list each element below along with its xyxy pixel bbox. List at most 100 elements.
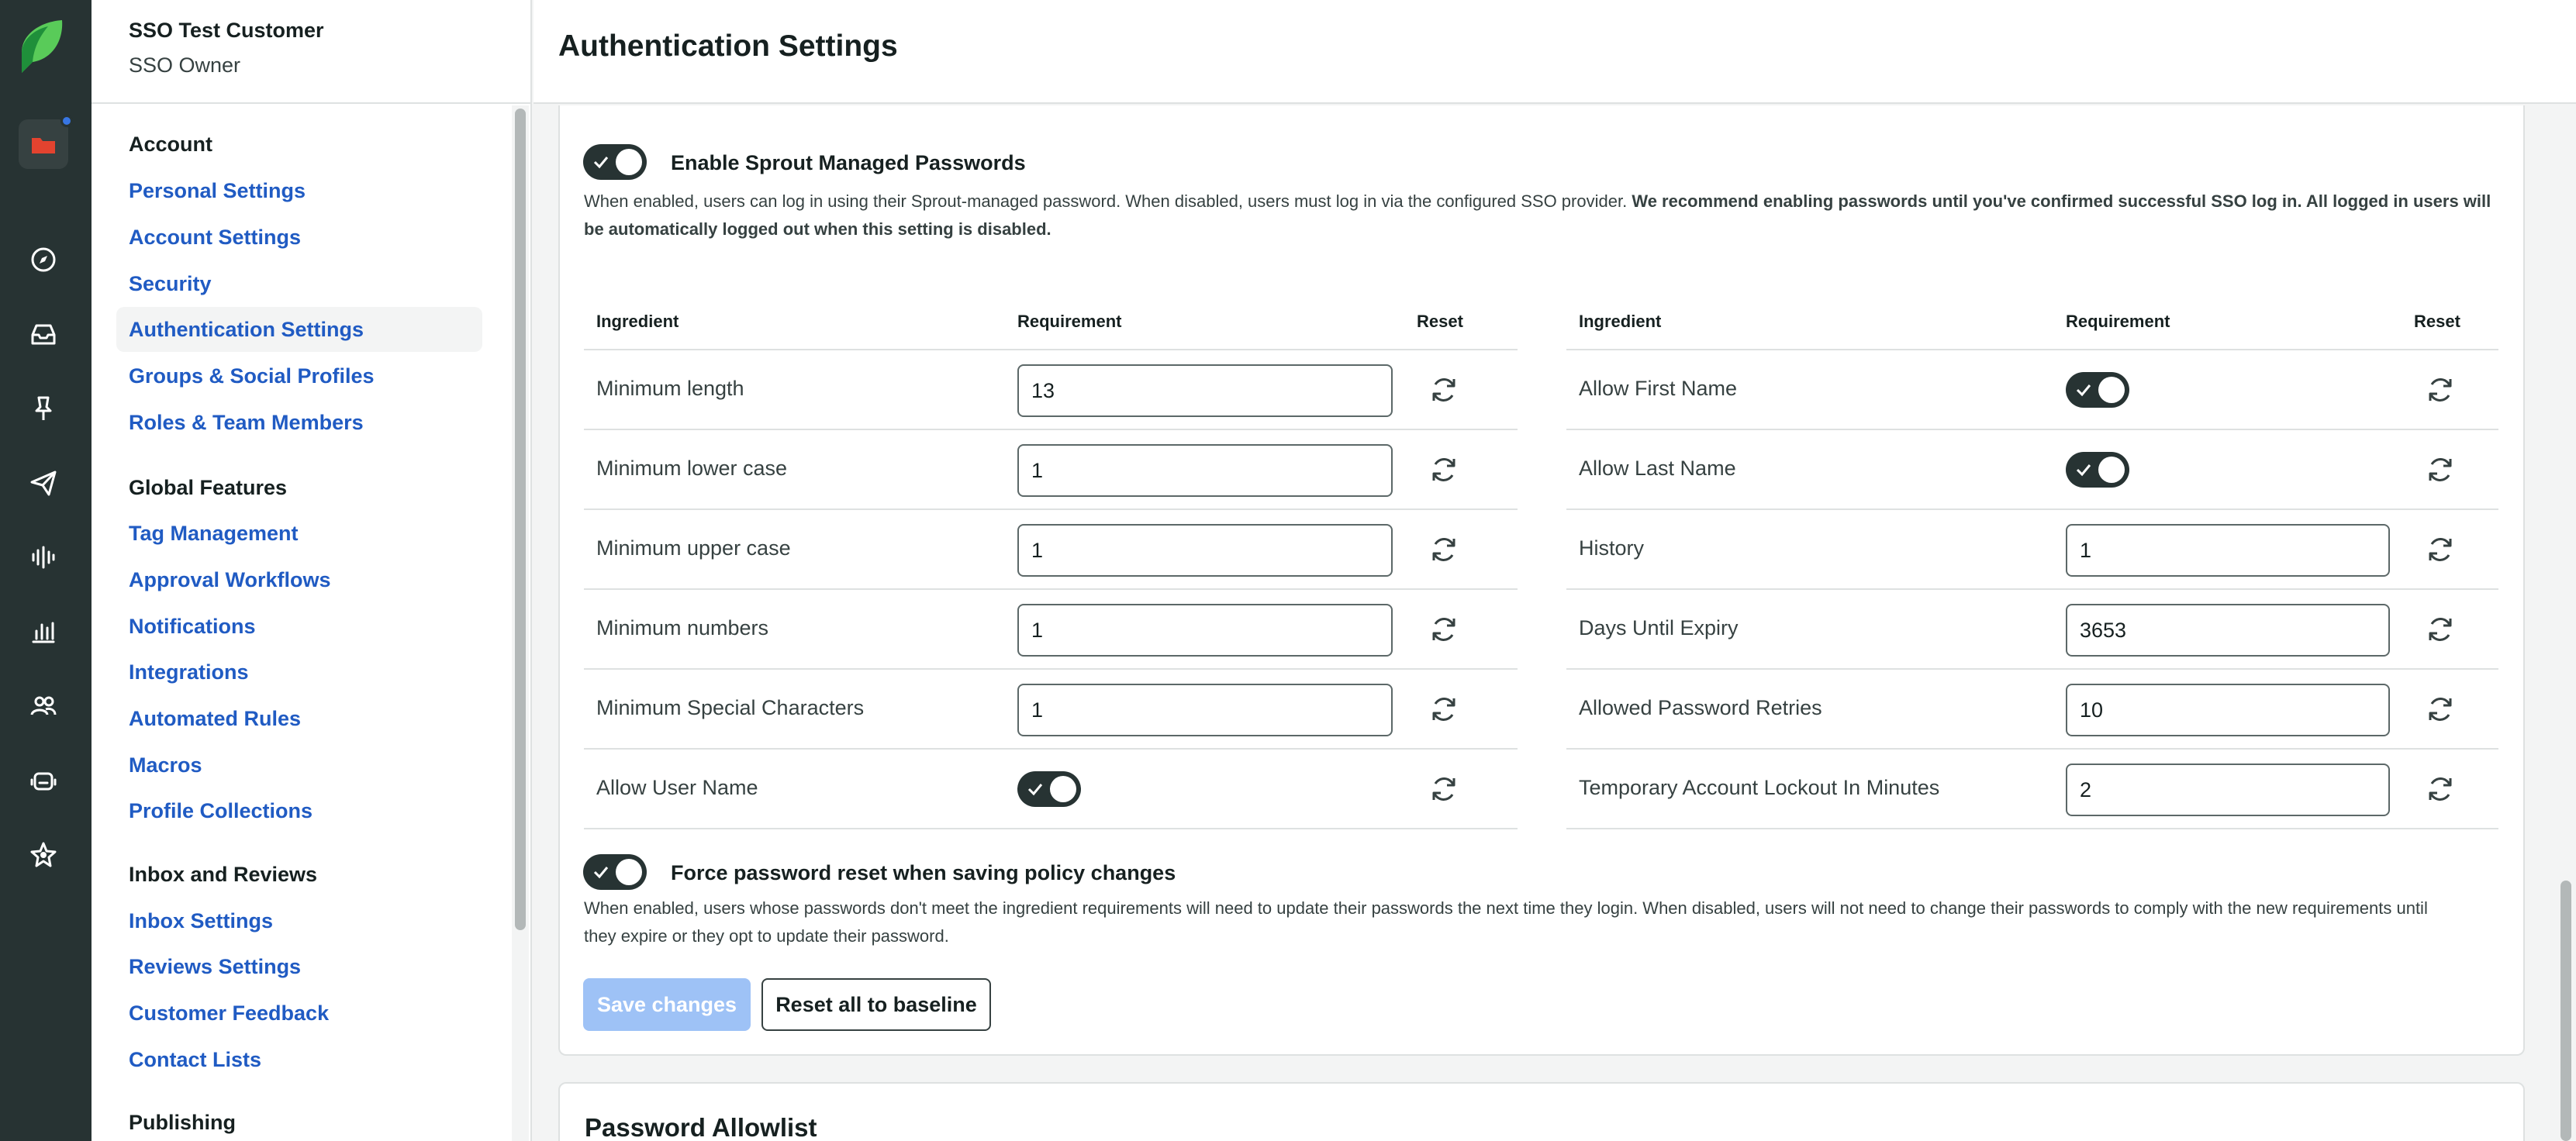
reset-icon[interactable] (2425, 614, 2456, 645)
save-changes-button[interactable]: Save changes (583, 978, 751, 1031)
sidebar-scrollbar-thumb[interactable] (515, 109, 526, 930)
nav-item-notifications[interactable]: Notifications (129, 615, 256, 639)
table-row: Minimum upper case (584, 508, 1518, 588)
ingredient-label: Allowed Password Retries (1579, 696, 1822, 719)
reset-icon[interactable] (2425, 774, 2456, 805)
reset-icon[interactable] (1428, 614, 1459, 645)
force-reset-toggle[interactable] (583, 854, 647, 890)
customer-name: SSO Test Customer (129, 19, 324, 42)
reports-icon[interactable] (24, 612, 63, 651)
nav-item-groups-social-profiles[interactable]: Groups & Social Profiles (129, 364, 375, 388)
sprout-logo-icon[interactable] (17, 19, 67, 74)
table-row: Minimum lower case (584, 429, 1518, 508)
ingredient-label: Temporary Account Lockout In Minutes (1579, 776, 1940, 799)
minimum-length-input[interactable] (1017, 364, 1393, 417)
sidebar-scrollbar[interactable] (512, 105, 529, 1141)
nav-item-approval-workflows[interactable]: Approval Workflows (129, 568, 331, 592)
minimum-special-characters-input[interactable] (1017, 684, 1393, 736)
minimum-lower-case-input[interactable] (1017, 444, 1393, 497)
sprout-passwords-toggle[interactable] (583, 144, 647, 180)
nav-item-macros[interactable]: Macros (129, 753, 202, 777)
reset-icon[interactable] (2425, 374, 2456, 405)
nav-item-integrations[interactable]: Integrations (129, 660, 249, 684)
ingredient-label: Allow User Name (596, 776, 758, 799)
table-row: Allow Last Name (1566, 429, 2498, 508)
pin-icon[interactable] (24, 389, 63, 428)
notification-dot (60, 115, 73, 127)
reset-icon[interactable] (1428, 454, 1459, 485)
minimum-upper-case-input[interactable] (1017, 524, 1393, 577)
ingredient-label: History (1579, 536, 1645, 560)
right-header-ingredient: Ingredient (1579, 312, 1662, 331)
nav-item-contact-lists[interactable]: Contact Lists (129, 1048, 261, 1072)
password-allowlist-title: Password Allowlist (585, 1113, 817, 1141)
folder-icon[interactable] (19, 119, 68, 169)
minimum-numbers-input[interactable] (1017, 604, 1393, 657)
nav-item-customer-feedback[interactable]: Customer Feedback (129, 1001, 329, 1026)
toggle-knob (1050, 776, 1076, 802)
ingredient-label: Allow Last Name (1579, 457, 1736, 480)
main-scrollbar-thumb[interactable] (2560, 881, 2571, 1141)
compass-icon[interactable] (24, 240, 63, 279)
allow-last-name-toggle[interactable] (2066, 452, 2129, 488)
nav-item-profile-collections[interactable]: Profile Collections (129, 799, 313, 823)
nav-section-publishing: Publishing (129, 1111, 236, 1134)
ingredient-label: Minimum Special Characters (596, 696, 865, 719)
table-row: Temporary Account Lockout In Minutes (1566, 748, 2498, 828)
reset-all-baseline-button[interactable]: Reset all to baseline (761, 978, 991, 1031)
nav-item-reviews-settings[interactable]: Reviews Settings (129, 955, 301, 979)
star-icon[interactable] (24, 836, 63, 874)
reset-icon[interactable] (1428, 694, 1459, 725)
reset-icon[interactable] (1428, 534, 1459, 565)
nav-item-tag-management[interactable]: Tag Management (129, 522, 299, 546)
app-nav-rail (0, 0, 92, 1141)
main-scrollbar[interactable] (2554, 105, 2576, 1141)
table-divider (584, 828, 1518, 829)
ingredient-label: Minimum numbers (596, 616, 769, 639)
sprout-passwords-desc-text: When enabled, users can log in using the… (584, 191, 1628, 211)
nav-section-inbox-reviews: Inbox and Reviews (129, 863, 318, 886)
password-allowlist-card: Password Allowlist (558, 1082, 2525, 1141)
reset-icon[interactable] (2425, 534, 2456, 565)
bot-icon[interactable] (24, 761, 63, 800)
ingredient-label: Minimum length (596, 377, 744, 400)
ingredient-label: Allow First Name (1579, 377, 1738, 400)
force-reset-label: Force password reset when saving policy … (671, 861, 1176, 884)
nav-item-inbox-settings[interactable]: Inbox Settings (129, 909, 273, 933)
allow-first-name-toggle[interactable] (2066, 372, 2129, 408)
nav-item-security[interactable]: Security (129, 272, 212, 296)
table-row: History (1566, 508, 2498, 588)
people-icon[interactable] (24, 687, 63, 726)
table-row: Allowed Password Retries (1566, 668, 2498, 748)
sprout-passwords-description: When enabled, users can log in using the… (584, 188, 2507, 243)
reset-icon[interactable] (2425, 694, 2456, 725)
nav-section-account: Account (129, 133, 212, 156)
allow-user-name-toggle[interactable] (1017, 771, 1081, 807)
table-divider (1566, 828, 2498, 829)
toggle-knob (616, 149, 642, 175)
days-until-expiry-input[interactable] (2066, 604, 2390, 657)
nav-item-authentication-settings[interactable]: Authentication Settings (116, 307, 482, 352)
toggle-knob (2098, 377, 2125, 403)
left-header-requirement: Requirement (1017, 312, 1122, 331)
reset-icon[interactable] (1428, 774, 1459, 805)
customer-header[interactable]: SSO Test Customer SSO Owner (92, 0, 530, 104)
toggle-knob (2098, 457, 2125, 483)
left-header-reset: Reset (1417, 312, 1463, 331)
listening-icon[interactable] (24, 538, 63, 577)
send-icon[interactable] (24, 464, 63, 502)
history-input[interactable] (2066, 524, 2390, 577)
inbox-icon[interactable] (24, 315, 63, 353)
lockout-minutes-input[interactable] (2066, 764, 2390, 816)
force-reset-description: When enabled, users whose passwords don'… (584, 898, 2428, 946)
nav-item-roles-team-members[interactable]: Roles & Team Members (129, 411, 364, 435)
allowed-password-retries-input[interactable] (2066, 684, 2390, 736)
nav-item-account-settings[interactable]: Account Settings (129, 226, 301, 250)
nav-item-automated-rules[interactable]: Automated Rules (129, 707, 301, 731)
reset-icon[interactable] (1428, 374, 1459, 405)
nav-item-personal-settings[interactable]: Personal Settings (129, 179, 306, 203)
reset-icon[interactable] (2425, 454, 2456, 485)
customer-role: SSO Owner (129, 53, 241, 77)
left-header-ingredient: Ingredient (596, 312, 679, 331)
table-row: Minimum length (584, 349, 1518, 429)
